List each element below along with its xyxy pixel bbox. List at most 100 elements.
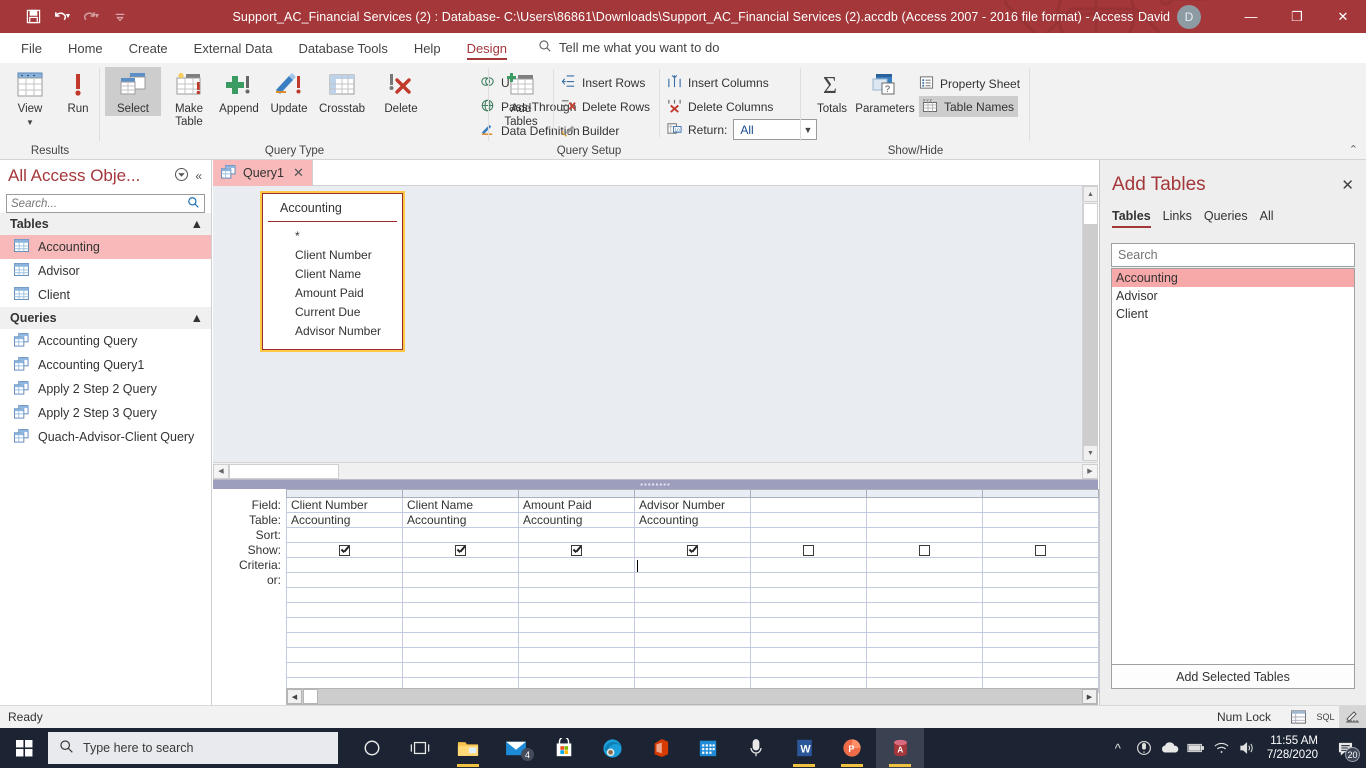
grid-cell-criteria-active[interactable]	[634, 557, 751, 573]
diagram-vertical-scrollbar[interactable]: ▲ ▼	[1082, 186, 1098, 461]
grid-cell-field[interactable]	[982, 497, 1099, 513]
insert-columns-button[interactable]: Insert Columns	[667, 72, 769, 93]
ribbon-tab-database-tools[interactable]: Database Tools	[285, 37, 400, 63]
navigation-search-box[interactable]	[6, 194, 205, 213]
ribbon-tab-create[interactable]: Create	[116, 37, 181, 63]
delete-query-button[interactable]: Delete	[373, 67, 429, 116]
grid-cell-field[interactable]: Advisor Number	[634, 497, 751, 513]
grid-row-criteria[interactable]	[286, 557, 1099, 573]
edge-icon[interactable]	[588, 728, 636, 768]
grid-cell-show[interactable]	[518, 542, 635, 558]
tab-links[interactable]: Links	[1163, 206, 1204, 229]
chevron-down-icon[interactable]: ▼	[26, 116, 34, 129]
list-item[interactable]: Client	[1112, 305, 1354, 323]
scroll-right-arrow-icon[interactable]: ▶	[1082, 689, 1097, 704]
mail-icon[interactable]: 4	[492, 728, 540, 768]
datasheet-view-icon[interactable]	[1285, 706, 1312, 729]
show-checkbox[interactable]	[803, 545, 814, 557]
sidebar-item-accounting-query1[interactable]: Accounting Query1	[0, 353, 211, 377]
grid-column-header-row[interactable]	[286, 489, 1099, 498]
grid-cell-or[interactable]	[866, 572, 983, 588]
grid-cell-table[interactable]: Accounting	[402, 512, 519, 528]
grid-cell-show[interactable]	[286, 542, 403, 558]
scrollbar-thumb[interactable]	[229, 463, 339, 479]
scrollbar-thumb[interactable]	[303, 689, 318, 704]
notification-center-button[interactable]: 20	[1328, 728, 1362, 768]
add-selected-tables-button[interactable]: Add Selected Tables	[1111, 664, 1355, 689]
avatar[interactable]: D	[1177, 4, 1201, 29]
grid-cell-sort[interactable]	[518, 527, 635, 543]
tab-tables[interactable]: Tables	[1112, 206, 1163, 229]
cortana-icon[interactable]	[348, 728, 396, 768]
table-field-current-due[interactable]: Current Due	[262, 303, 403, 322]
grid-cell-criteria[interactable]	[402, 557, 519, 573]
grid-row-empty[interactable]	[286, 587, 1099, 603]
collapse-pane-icon[interactable]: «	[192, 169, 205, 183]
collapse-ribbon-button[interactable]: ⌃	[1349, 143, 1358, 156]
grid-row-empty[interactable]	[286, 647, 1099, 663]
update-button[interactable]: Update	[261, 67, 317, 116]
grid-cell-sort[interactable]	[286, 527, 403, 543]
grid-cell-sort[interactable]	[750, 527, 867, 543]
grid-row-empty[interactable]	[286, 617, 1099, 633]
grid-col-header[interactable]	[402, 489, 519, 498]
scroll-left-arrow-icon[interactable]: ◀	[213, 463, 229, 479]
table-field-client-number[interactable]: Client Number	[262, 246, 403, 265]
scroll-down-arrow-icon[interactable]: ▼	[1083, 445, 1098, 461]
property-sheet-button[interactable]: Property Sheet	[919, 73, 1020, 94]
search-input[interactable]	[7, 197, 187, 210]
sql-view-icon[interactable]: SQL	[1312, 706, 1339, 729]
wifi-icon[interactable]	[1209, 728, 1235, 768]
search-icon[interactable]	[187, 196, 204, 212]
chevron-up-icon[interactable]: ▲	[191, 217, 203, 231]
grid-col-header[interactable]	[634, 489, 751, 498]
grid-cell-table[interactable]: Accounting	[634, 512, 751, 528]
grid-horizontal-scrollbar[interactable]: ◀ ▶	[286, 688, 1098, 705]
grid-col-header[interactable]	[750, 489, 867, 498]
navigation-options-icon[interactable]	[171, 167, 192, 185]
query-design-diagram-pane[interactable]: Accounting * Client Number Client Name A…	[213, 186, 1098, 480]
totals-button[interactable]: Σ Totals	[804, 67, 860, 116]
grid-cell-sort[interactable]	[402, 527, 519, 543]
grid-row-show[interactable]	[286, 542, 1099, 558]
crosstab-button[interactable]: Crosstab	[311, 67, 373, 116]
list-item[interactable]: Advisor	[1112, 287, 1354, 305]
grid-row-empty[interactable]	[286, 602, 1099, 618]
ribbon-tab-home[interactable]: Home	[55, 37, 116, 63]
table-box-accounting[interactable]: Accounting * Client Number Client Name A…	[260, 191, 405, 352]
ribbon-tab-design[interactable]: Design	[454, 37, 520, 63]
grid-cell-or[interactable]	[750, 572, 867, 588]
design-view-icon[interactable]	[1339, 705, 1366, 729]
grid-row-sort[interactable]	[286, 527, 1099, 543]
microsoft-store-icon[interactable]	[540, 728, 588, 768]
grid-row-table[interactable]: Accounting Accounting Accounting Account…	[286, 512, 1099, 528]
add-tables-search-box[interactable]	[1111, 243, 1355, 267]
add-tables-list[interactable]: Accounting Advisor Client	[1111, 268, 1355, 668]
grid-cell-field[interactable]: Client Number	[286, 497, 403, 513]
grid-cell-field[interactable]	[866, 497, 983, 513]
parameters-button[interactable]: ? Parameters	[855, 67, 915, 116]
grid-cell-sort[interactable]	[866, 527, 983, 543]
ribbon-tab-file[interactable]: File	[8, 37, 55, 63]
grid-cell-or[interactable]	[634, 572, 751, 588]
search-input[interactable]	[1112, 248, 1354, 262]
grid-col-header[interactable]	[286, 489, 403, 498]
grid-cell-show[interactable]	[402, 542, 519, 558]
file-explorer-icon[interactable]	[444, 728, 492, 768]
grid-cell-field[interactable]: Client Name	[402, 497, 519, 513]
insert-rows-button[interactable]: Insert Rows	[561, 72, 645, 93]
grid-cell-sort[interactable]	[634, 527, 751, 543]
nav-group-queries[interactable]: Queries ▲	[0, 307, 211, 329]
grid-cell-criteria[interactable]	[982, 557, 1099, 573]
grid-cell-or[interactable]	[402, 572, 519, 588]
grid-cell-table[interactable]	[750, 512, 867, 528]
grid-col-header[interactable]	[518, 489, 635, 498]
grid-cell-sort[interactable]	[982, 527, 1099, 543]
grid-cell-or[interactable]	[518, 572, 635, 588]
grid-cell-show[interactable]	[982, 542, 1099, 558]
office-icon[interactable]	[636, 728, 684, 768]
select-query-button[interactable]: Select	[105, 67, 161, 116]
grid-cell-criteria[interactable]	[286, 557, 403, 573]
grid-row-empty[interactable]	[286, 632, 1099, 648]
grid-row-empty[interactable]	[286, 662, 1099, 678]
